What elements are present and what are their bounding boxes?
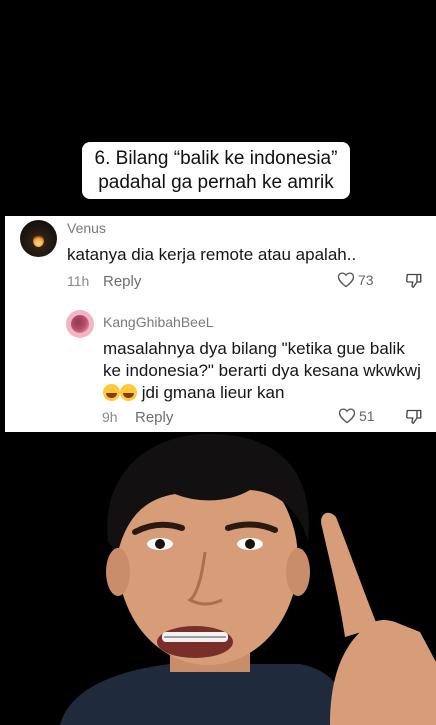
- comment-text: katanya dia kerja remote atau apalah..: [67, 245, 357, 264]
- avatar[interactable]: [66, 310, 94, 338]
- like-button[interactable]: 51: [338, 407, 375, 424]
- comment-username[interactable]: KangGhibahBeeL: [103, 314, 214, 330]
- comment-time: 11h: [67, 273, 90, 289]
- comment-username[interactable]: Venus: [67, 220, 106, 236]
- heart-icon: [338, 408, 356, 424]
- thumbs-down-icon: [406, 273, 422, 288]
- dislike-button[interactable]: [405, 408, 423, 428]
- comment-time: 9h: [102, 409, 118, 425]
- thumbs-down-icon: [406, 409, 422, 424]
- caption-bubble: 6. Bilang “balik ke indonesia” padahal g…: [82, 142, 350, 199]
- laughing-emoji-icon: [120, 384, 137, 401]
- caption-line-2: padahal ga pernah ke amrik: [98, 172, 334, 193]
- laughing-emoji-icon: [103, 384, 120, 401]
- dislike-button[interactable]: [405, 272, 423, 292]
- avatar[interactable]: [20, 220, 57, 257]
- video-presenter: [0, 432, 436, 725]
- comment-text-part1: masalahnya dya bilang "ketika gue balik …: [103, 339, 421, 380]
- presenter-illustration: [60, 433, 436, 725]
- heart-icon: [337, 272, 355, 288]
- reply-button[interactable]: Reply: [135, 409, 173, 426]
- comments-panel: Venus katanya dia kerja remote atau apal…: [5, 216, 436, 432]
- video-screen: 6. Bilang “balik ke indonesia” padahal g…: [0, 0, 436, 725]
- like-count: 73: [358, 271, 374, 288]
- caption-line-1: 6. Bilang “balik ke indonesia”: [94, 148, 338, 169]
- like-button[interactable]: 73: [337, 271, 374, 288]
- comment-text: masalahnya dya bilang "ketika gue balik …: [103, 338, 423, 404]
- comment-text-part2: jdi gmana lieur kan: [137, 383, 285, 402]
- like-count: 51: [359, 407, 375, 424]
- reply-button[interactable]: Reply: [103, 273, 141, 290]
